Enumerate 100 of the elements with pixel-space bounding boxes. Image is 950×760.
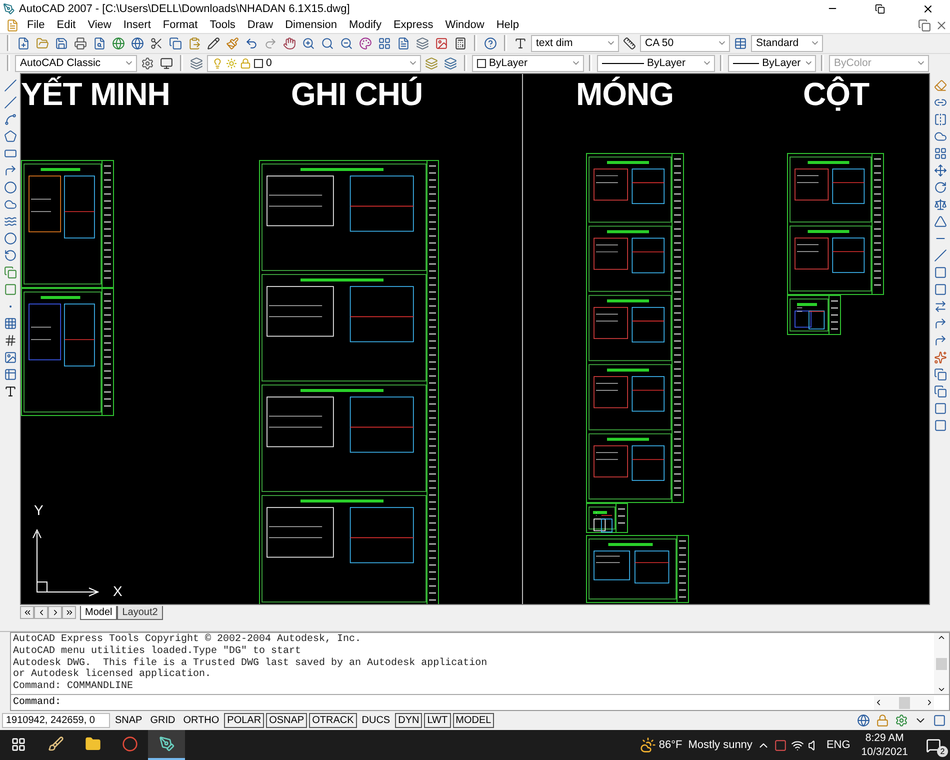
document-search-icon[interactable] [93, 36, 106, 50]
menu-item[interactable]: Express [387, 19, 440, 31]
table-icon[interactable] [4, 368, 16, 381]
restore-icon[interactable] [875, 4, 885, 14]
layer-dropdown[interactable]: 0 [207, 54, 421, 72]
layers-icon[interactable] [416, 36, 429, 50]
dropdown[interactable]: AutoCAD Classic [15, 54, 137, 72]
double-left-icon [22, 608, 32, 618]
close-icon[interactable] [922, 2, 934, 14]
active-app-button[interactable] [148, 730, 185, 760]
image-icon[interactable] [435, 36, 448, 50]
menu-item[interactable]: Format [156, 19, 204, 31]
scroll-left-icon[interactable] [874, 698, 883, 708]
eraser-icon[interactable] [934, 78, 946, 92]
last-tab-button[interactable] [62, 606, 76, 620]
copy-icon[interactable] [169, 36, 182, 50]
menu-item[interactable]: File [21, 19, 51, 31]
circle-icon[interactable] [4, 180, 16, 194]
scrollbar-thumb[interactable] [898, 696, 910, 709]
layout-tab[interactable]: Layout2 [117, 606, 163, 620]
first-tab-button[interactable] [20, 606, 34, 620]
dropdown[interactable]: ByLayer [597, 54, 715, 72]
zoom-in-icon[interactable] [302, 36, 315, 50]
menu-item[interactable]: Dimension [279, 19, 344, 31]
menu-item[interactable]: View [82, 19, 118, 31]
clock[interactable]: 8:29 AM 10/3/2021 [853, 731, 916, 760]
tray-settings-icon[interactable] [895, 714, 908, 728]
notification-icon[interactable] [926, 738, 940, 753]
menu-item[interactable]: Window [439, 19, 490, 31]
text-style-icon[interactable] [514, 36, 527, 50]
document-icon[interactable] [397, 36, 410, 50]
folder-icon[interactable] [84, 736, 100, 752]
menu-item[interactable]: Insert [117, 19, 157, 31]
menu-item[interactable]: Help [490, 19, 525, 31]
globe-icon[interactable] [131, 36, 144, 50]
dropdown[interactable]: Standard [751, 34, 823, 52]
dropdown[interactable]: CA 50 [640, 34, 730, 52]
lock-icon[interactable] [876, 714, 889, 728]
settings-icon[interactable] [141, 56, 154, 70]
cloud-icon[interactable] [4, 198, 16, 211]
language-indicator[interactable]: ENG [823, 739, 854, 752]
menu-item[interactable]: Edit [50, 19, 82, 31]
status-toggle[interactable]: MODEL [452, 713, 494, 728]
grid-icon[interactable] [378, 36, 391, 50]
polyline-icon[interactable] [4, 112, 16, 126]
scissors-icon[interactable] [150, 36, 163, 50]
line-icon[interactable] [4, 78, 16, 92]
calculator-icon[interactable] [454, 36, 467, 50]
pentagon-icon[interactable] [4, 130, 16, 143]
dimension-style-icon[interactable] [623, 36, 636, 50]
scrollbar[interactable] [934, 633, 949, 694]
clipboard-icon[interactable] [188, 36, 201, 50]
layout-tab[interactable]: Model [80, 606, 118, 620]
dropdown[interactable]: text dim [531, 34, 619, 52]
drawing-canvas[interactable]: YẾT MINH GHI CHÚ MÓNG CỘT Y X [20, 72, 930, 606]
previous-tab-button[interactable] [34, 606, 48, 620]
line-icon[interactable] [4, 96, 16, 109]
scroll-right-icon[interactable] [925, 698, 934, 708]
dropdown[interactable]: ByLayer [728, 54, 816, 72]
start-icon[interactable] [11, 736, 26, 752]
save-icon[interactable] [55, 36, 68, 50]
layers-icon[interactable] [425, 56, 438, 70]
printer-icon[interactable] [74, 36, 87, 50]
scrollbar-thumb[interactable] [936, 658, 947, 670]
status-toggle[interactable]: DYN [395, 713, 422, 728]
table-style-icon[interactable] [734, 36, 747, 50]
join-icon[interactable] [934, 300, 946, 313]
status-toggle[interactable]: LWT [424, 713, 451, 728]
rotate-icon[interactable] [934, 180, 946, 194]
zoom-out-icon[interactable] [340, 36, 353, 50]
move-icon[interactable] [934, 164, 946, 177]
document-icon[interactable] [6, 18, 19, 32]
layers-icon[interactable] [444, 56, 457, 70]
layers-icon[interactable] [190, 56, 203, 70]
pencil-icon[interactable] [207, 36, 220, 50]
time-text: 8:29 AM [865, 731, 904, 746]
palette-icon[interactable] [359, 36, 372, 50]
menu-item[interactable]: Draw [241, 19, 280, 31]
dropdown[interactable]: ByLayer [472, 54, 584, 72]
undo-icon[interactable] [245, 36, 258, 50]
brush-icon[interactable] [48, 736, 64, 752]
linetype-sample [602, 62, 644, 64]
array-icon[interactable] [934, 146, 946, 160]
text-icon[interactable] [4, 384, 16, 398]
weather-icon [640, 737, 656, 754]
scale-icon[interactable] [934, 198, 946, 211]
pan-icon[interactable] [283, 36, 296, 50]
status-toggle[interactable]: POLAR [224, 713, 264, 728]
open-folder-icon[interactable] [36, 36, 49, 50]
menu-item[interactable]: Tools [204, 19, 242, 31]
new-file-icon[interactable] [17, 36, 30, 50]
spline-icon[interactable] [4, 214, 16, 228]
status-toggle[interactable]: OSNAP [266, 713, 308, 728]
help-icon[interactable] [484, 36, 497, 50]
globe-icon[interactable] [112, 36, 125, 50]
zoom-icon[interactable] [321, 36, 334, 50]
next-tab-button[interactable] [48, 606, 62, 620]
menu-item[interactable]: Modify [343, 19, 388, 31]
scrollbar[interactable] [874, 696, 934, 710]
status-toggle[interactable]: OTRACK [309, 713, 357, 728]
